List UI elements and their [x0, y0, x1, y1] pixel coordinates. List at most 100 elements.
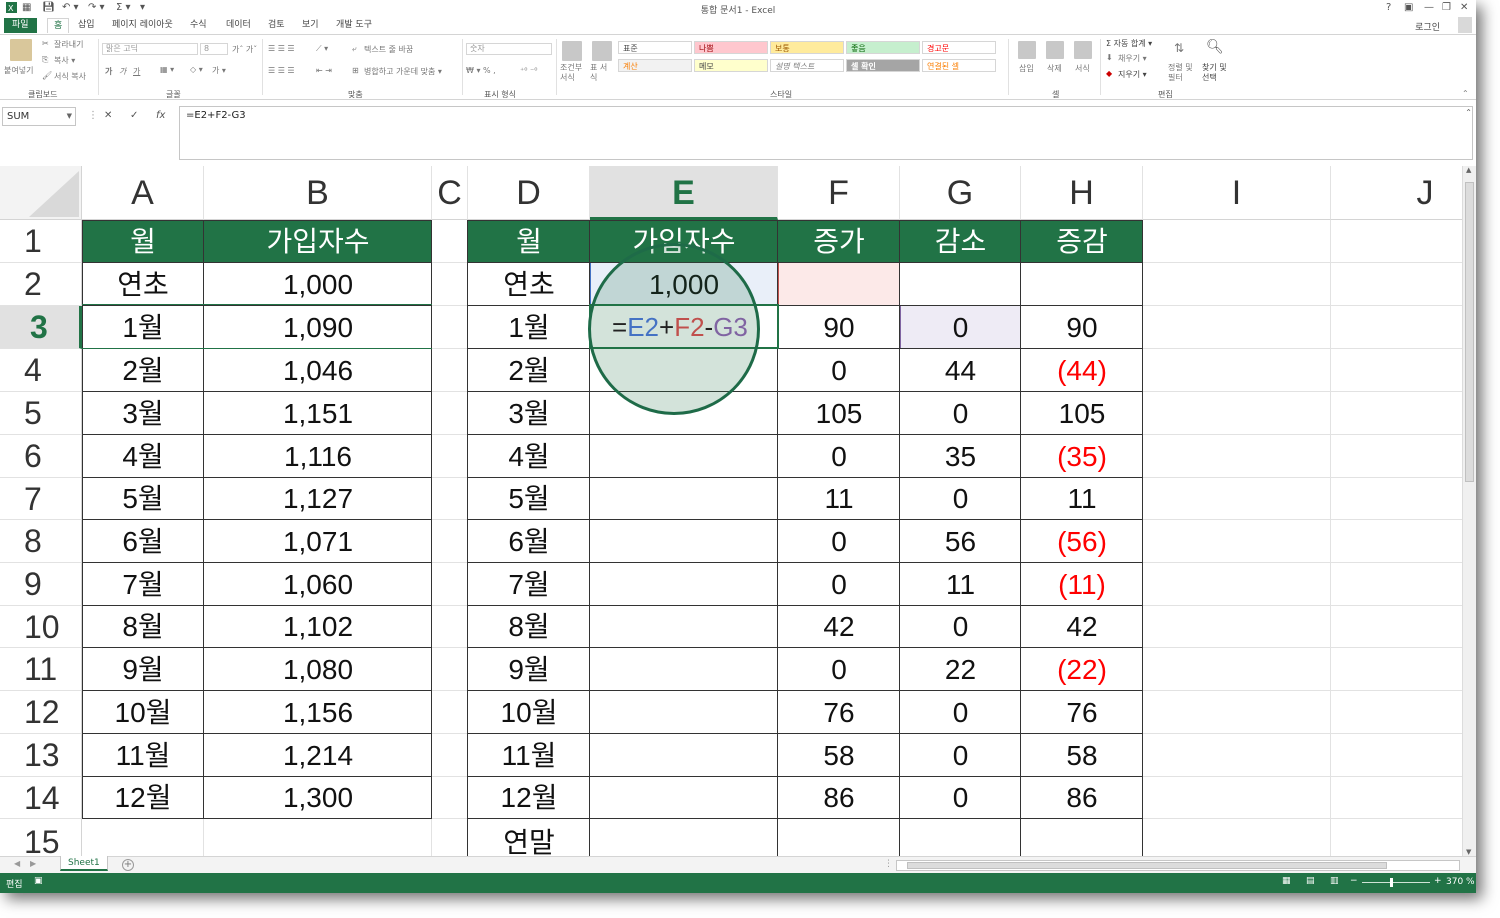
tab-file[interactable]: 파일 [4, 18, 37, 33]
avatar[interactable] [1458, 17, 1472, 33]
zoom-in-icon[interactable]: + [1434, 876, 1442, 886]
table2-cell[interactable]: 44 [900, 349, 1021, 392]
table1-cell[interactable]: 1,151 [204, 392, 432, 435]
style-calculation[interactable]: 계산 [618, 59, 692, 72]
table2-header-cell[interactable]: 증감 [1021, 220, 1143, 263]
table2-cell[interactable]: 42 [778, 606, 900, 648]
sort-filter-icon[interactable]: ⇅ [1174, 41, 1184, 55]
table2-cell[interactable]: 0 [778, 648, 900, 691]
align-top-icon[interactable]: ☰ ☰ ☰ [268, 44, 295, 53]
close-button[interactable]: ✕ [1460, 2, 1468, 13]
enter-formula-button[interactable]: ✓ [130, 110, 138, 121]
table1-cell[interactable]: 11월 [82, 734, 204, 777]
worksheet-grid[interactable]: ABCDEFGHIJ 1 2 3 4 5 6 7 8 9 10 11 12 13 14 15 월 가입자수 연초… [0, 166, 1462, 856]
table1-cell[interactable]: 1,214 [204, 734, 432, 777]
table1-cell[interactable]: 5월 [82, 478, 204, 520]
tab-split-handle-icon[interactable]: ⋮ [884, 859, 893, 869]
table2-cell[interactable]: 3월 [468, 392, 590, 435]
tab-home[interactable]: 홈 [47, 18, 70, 33]
table2-cell[interactable]: 2월 [468, 349, 590, 392]
style-neutral[interactable]: 보통 [770, 41, 844, 54]
table2-cell[interactable] [590, 648, 778, 691]
align-left-icon[interactable]: ☰ ☰ ☰ [268, 66, 295, 75]
fill-color-icon[interactable]: ◇ ▾ [190, 65, 203, 74]
table1-cell[interactable]: 3월 [82, 392, 204, 435]
table2-cell[interactable]: (44) [1021, 349, 1143, 392]
find-select-button[interactable]: 찾기 및 선택 [1202, 63, 1234, 83]
table2-cell[interactable]: 0 [900, 691, 1021, 734]
column-header-i[interactable]: I [1143, 166, 1331, 220]
table1-cell[interactable]: 2월 [82, 349, 204, 392]
row-header-11[interactable]: 11 [0, 648, 82, 691]
number-format-select[interactable]: 숫자 [466, 43, 552, 55]
column-header-j[interactable]: J [1331, 166, 1462, 220]
column-header-b[interactable]: B [204, 166, 432, 220]
collapse-ribbon-icon[interactable]: ⌃ [1462, 89, 1469, 98]
vertical-scroll-thumb[interactable] [1465, 182, 1474, 482]
table2-cell[interactable] [590, 563, 778, 606]
font-name-select[interactable]: 맑은 고딕 [102, 43, 198, 55]
row-header-8[interactable]: 8 [0, 520, 82, 563]
zoom-level[interactable]: 370 % [1446, 877, 1475, 887]
table2-cell[interactable]: 1월 [468, 306, 590, 349]
insert-cells-button[interactable]: 삽입 [1019, 63, 1034, 74]
page-layout-view-icon[interactable]: ▤ [1306, 876, 1315, 886]
table2-cell[interactable] [590, 777, 778, 819]
row-header-7[interactable]: 7 [0, 478, 82, 520]
format-as-table-button[interactable]: 표 서식 [590, 63, 610, 83]
table2-cell[interactable] [590, 478, 778, 520]
page-break-view-icon[interactable]: ▥ [1330, 876, 1339, 886]
chevron-down-icon[interactable]: ▼ [67, 108, 72, 125]
table2-cell[interactable]: 105 [1021, 392, 1143, 435]
fill-button[interactable]: 채우기 ▾ [1118, 53, 1147, 64]
table2-cell[interactable] [900, 263, 1021, 306]
style-check-cell[interactable]: 셀 확인 [846, 59, 920, 72]
table2-cell[interactable] [1021, 263, 1143, 306]
wrap-text-icon[interactable]: ⤶ [352, 44, 356, 54]
fill-icon[interactable]: ⬇ [1106, 53, 1113, 62]
help-button[interactable]: ? [1386, 2, 1391, 13]
table1-cell[interactable]: 9월 [82, 648, 204, 691]
clear-button[interactable]: 지우기 ▾ [1118, 69, 1147, 80]
table2-cell[interactable] [590, 435, 778, 478]
table2-cell[interactable] [900, 819, 1021, 856]
table2-cell[interactable]: 90 [778, 306, 900, 349]
table2-cell[interactable]: 0 [900, 478, 1021, 520]
table2-cell[interactable]: 0 [900, 734, 1021, 777]
copy-icon[interactable]: ⎘ [42, 55, 48, 65]
select-all-button[interactable] [0, 166, 82, 220]
collapse-formula-bar-icon[interactable]: ⌃ [1465, 108, 1472, 117]
table1-cell[interactable]: 1,060 [204, 563, 432, 606]
format-cells-button[interactable]: 서식 [1075, 63, 1090, 74]
column-header-c[interactable]: C [432, 166, 468, 220]
table2-cell[interactable]: (22) [1021, 648, 1143, 691]
table1-cell[interactable]: 1,046 [204, 349, 432, 392]
grow-font-icon[interactable]: 가ˆ 가ˇ [232, 44, 257, 55]
format-painter-icon[interactable]: 🖌︎ [42, 71, 52, 80]
vertical-scrollbar[interactable]: ▲ ▼ [1462, 166, 1476, 856]
format-cells-icon[interactable] [1074, 41, 1092, 59]
scroll-down-icon[interactable]: ▼ [1466, 848, 1471, 856]
table2-cell[interactable]: 86 [1021, 777, 1143, 819]
table2-cell[interactable]: 58 [778, 734, 900, 777]
table2-cell[interactable]: 0 [778, 520, 900, 563]
table2-cell[interactable]: 11 [1021, 478, 1143, 520]
table2-cell[interactable]: 22 [900, 648, 1021, 691]
horizontal-scrollbar[interactable] [896, 860, 1460, 871]
table2-cell[interactable]: 76 [1021, 691, 1143, 734]
format-painter-button[interactable]: 서식 복사 [54, 71, 86, 82]
table2-cell[interactable]: 56 [900, 520, 1021, 563]
prev-sheet-icon[interactable]: ◀ [14, 859, 20, 868]
column-header-f[interactable]: F [778, 166, 900, 220]
table2-cell[interactable]: 86 [778, 777, 900, 819]
table2-cell[interactable]: 90 [1021, 306, 1143, 349]
table1-cell[interactable]: 4월 [82, 435, 204, 478]
table2-cell[interactable]: 11 [778, 478, 900, 520]
row-header-2[interactable]: 2 [0, 263, 82, 306]
zoom-slider[interactable] [1362, 882, 1430, 883]
paste-icon[interactable] [10, 39, 32, 61]
next-sheet-icon[interactable]: ▶ [30, 859, 36, 868]
merge-center-button[interactable]: 병합하고 가운데 맞춤 ▾ [364, 66, 442, 77]
style-bad[interactable]: 나쁨 [694, 41, 768, 54]
zoom-slider-thumb[interactable] [1390, 878, 1393, 887]
